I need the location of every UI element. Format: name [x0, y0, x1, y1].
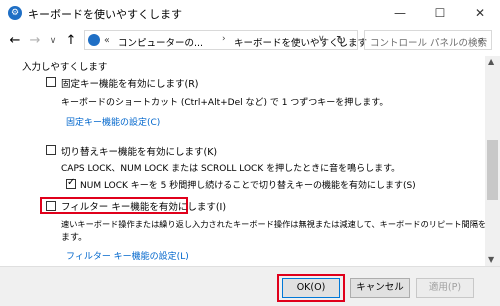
minimize-button[interactable]: — [380, 0, 420, 26]
recent-locations-chevron-icon[interactable]: ∨ [44, 32, 62, 50]
close-button[interactable]: ✕ [460, 0, 500, 26]
toggle-keys-description: CAPS LOCK、NUM LOCK または SCROLL LOCK を押したと… [61, 164, 401, 174]
address-dropdown-icon[interactable]: ∨ [318, 34, 325, 44]
apply-button[interactable]: 適用(P) [416, 278, 474, 298]
control-panel-address-icon [88, 34, 100, 46]
sticky-keys-label[interactable]: 固定キー機能を有効にします(R) [61, 76, 199, 90]
filter-keys-checkbox[interactable] [46, 201, 56, 211]
search-placeholder: コントロール パネルの検索 [370, 38, 488, 49]
scrollbar-thumb[interactable] [487, 140, 498, 200]
forward-arrow-icon[interactable]: → [26, 32, 44, 50]
filter-keys-description-line1: 速いキーボード操作または繰り返し入力されたキーボード操作は無視または減速して、キ… [61, 219, 500, 229]
num-lock-toggle-checkbox[interactable] [66, 177, 76, 189]
control-panel-icon: ⚙ [8, 6, 22, 20]
breadcrumb-separator-icon: › [222, 34, 226, 44]
cancel-button[interactable]: キャンセル [350, 278, 410, 298]
ok-button[interactable]: OK(O) [282, 278, 340, 298]
num-lock-toggle-label[interactable]: NUM LOCK キーを 5 秒間押し続けることで切り替えキーの機能を有効にしま… [80, 178, 416, 191]
refresh-icon[interactable]: ↻ [336, 33, 346, 47]
filter-keys-label[interactable]: フィルター キー機能を有効にします(I) [61, 199, 226, 213]
up-arrow-icon[interactable]: ↑ [62, 32, 80, 50]
toggle-keys-label[interactable]: 切り替えキー機能を有効にします(K) [61, 144, 217, 158]
sticky-keys-checkbox[interactable] [46, 77, 56, 87]
sticky-keys-description: キーボードのショートカット (Ctrl+Alt+Del など) で 1 つずつキ… [61, 98, 389, 108]
section-title: 入力しやすくします [22, 62, 108, 73]
breadcrumb-item-computer[interactable]: コンピューターの... [118, 35, 203, 49]
filter-keys-settings-link[interactable]: フィルター キー機能の設定(L) [66, 249, 189, 262]
window-title: キーボードを使いやすくします [28, 8, 182, 21]
breadcrumb-item-keyboard[interactable]: キーボードを使いやすくします [234, 35, 367, 49]
search-icon[interactable]: ⌕ [478, 33, 484, 47]
back-arrow-icon[interactable]: ← [6, 32, 24, 50]
sticky-keys-settings-link[interactable]: 固定キー機能の設定(C) [66, 115, 160, 128]
toggle-keys-checkbox[interactable] [46, 145, 56, 155]
breadcrumb-overflow[interactable]: « [104, 35, 110, 46]
scroll-down-arrow-icon[interactable]: ▼ [488, 255, 494, 264]
filter-keys-description-line2: ます。 [61, 233, 88, 243]
maximize-button[interactable]: ☐ [420, 0, 460, 26]
scroll-up-arrow-icon[interactable]: ▲ [488, 57, 494, 66]
